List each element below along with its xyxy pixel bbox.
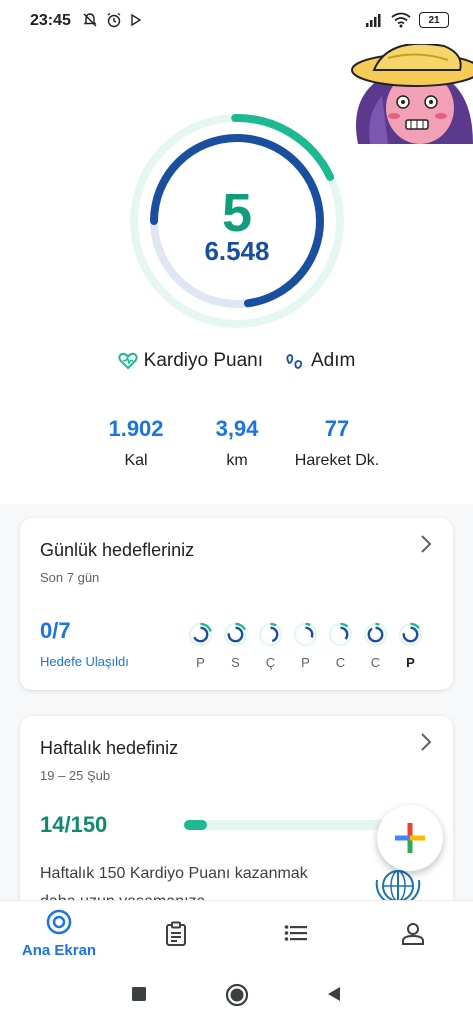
status-icons-left <box>82 12 142 28</box>
add-activity-button[interactable] <box>377 805 443 871</box>
legend-steps: Adım <box>285 350 355 372</box>
weekly-goal-count: 14/150 <box>40 812 108 837</box>
day-ring-icon <box>258 622 283 647</box>
day-letter: P <box>406 655 415 670</box>
home-button-icon[interactable] <box>225 983 249 1007</box>
system-navigation <box>0 966 473 1024</box>
nav-profile[interactable] <box>363 921 463 950</box>
legend-heart-label: Kardiyo Puanı <box>143 350 263 371</box>
weekly-goal-title: Haftalık hedefiniz <box>40 738 179 758</box>
daily-goals-count: 0/7 <box>40 618 71 643</box>
app-screen: 23:45 21 5 6.548 Kardiyo Puanı Adım 1.90… <box>0 0 473 1024</box>
day-ring-icon <box>188 622 213 647</box>
summary-section: 5 6.548 Kardiyo Puanı Adım 1.902 Kal 3,9… <box>0 44 473 504</box>
stat-value: 77 <box>324 416 350 441</box>
ring-legend: Kardiyo Puanı Adım <box>0 350 473 372</box>
day-ring-icon <box>293 622 318 647</box>
daily-goals-title: Günlük hedefleriniz <box>40 540 195 560</box>
steps-value: 6.548 <box>204 236 270 266</box>
day-ring[interactable]: C <box>363 622 388 670</box>
home-ring-icon <box>46 909 72 935</box>
battery-level: 21 <box>428 14 440 26</box>
list-icon <box>284 925 307 941</box>
avatar[interactable] <box>348 44 473 144</box>
day-letter: Ç <box>265 655 276 670</box>
daily-goals-card[interactable]: Günlük hedefleriniz Son 7 gün 0/7 Hedefe… <box>20 518 453 690</box>
legend-steps-label: Adım <box>311 350 356 371</box>
heart-points-value: 5 <box>221 183 253 243</box>
play-store-icon <box>131 13 142 27</box>
nav-home-label: Ana Ekran <box>21 942 97 959</box>
daily-goals-subtitle: Son 7 gün <box>40 570 100 585</box>
day-letter: C <box>370 655 381 670</box>
day-ring[interactable]: C <box>328 622 353 670</box>
back-icon[interactable] <box>326 986 342 1002</box>
day-ring-icon <box>223 622 248 647</box>
chevron-right-icon[interactable] <box>419 732 433 752</box>
day-ring-today[interactable]: P <box>398 622 423 670</box>
day-letter: C <box>335 655 346 670</box>
day-letter: P <box>196 655 205 670</box>
weekly-goal-date-range: 19 – 25 Şub <box>40 768 111 783</box>
status-bar: 23:45 21 <box>0 0 473 44</box>
chevron-right-icon[interactable] <box>419 534 433 554</box>
recents-icon[interactable] <box>131 986 147 1002</box>
day-ring[interactable]: S <box>223 622 248 670</box>
day-ring[interactable]: Ç <box>258 622 283 670</box>
clipboard-icon <box>166 921 186 946</box>
stat-label: Hareket Dk. <box>294 452 380 469</box>
wifi-icon <box>391 12 411 28</box>
battery-icon: 21 <box>419 12 449 28</box>
weekly-progress-fill <box>184 820 208 830</box>
day-ring-icon <box>328 622 353 647</box>
stat-move-minutes: 77 Hareket Dk. <box>277 416 397 470</box>
nav-journal[interactable] <box>126 921 226 952</box>
plus-icon <box>395 823 425 853</box>
daily-goals-week: P S Ç P C C P <box>188 622 423 670</box>
nav-home[interactable]: Ana Ekran <box>9 909 109 959</box>
bottom-navigation: Ana Ekran <box>0 900 473 966</box>
heart-icon <box>118 352 138 370</box>
activity-ring[interactable]: 5 6.548 <box>130 114 344 328</box>
footsteps-icon <box>286 354 303 369</box>
nav-browse[interactable] <box>246 923 346 948</box>
daily-goals-count-label: Hedefe Ulaşıldı <box>40 654 129 669</box>
day-letter: P <box>301 655 310 670</box>
legend-heart-points: Kardiyo Puanı <box>118 350 263 372</box>
day-ring[interactable]: P <box>188 622 213 670</box>
avatar-image <box>351 44 473 144</box>
day-ring[interactable]: P <box>293 622 318 670</box>
day-ring-icon <box>398 622 423 647</box>
alarm-icon <box>107 12 121 28</box>
person-icon <box>402 923 424 945</box>
notifications-off-icon <box>83 13 97 27</box>
signal-icon <box>366 14 381 27</box>
day-letter: S <box>231 655 240 670</box>
status-icons-right: 21 <box>365 12 449 28</box>
status-time: 23:45 <box>30 12 71 29</box>
day-ring-icon <box>363 622 388 647</box>
